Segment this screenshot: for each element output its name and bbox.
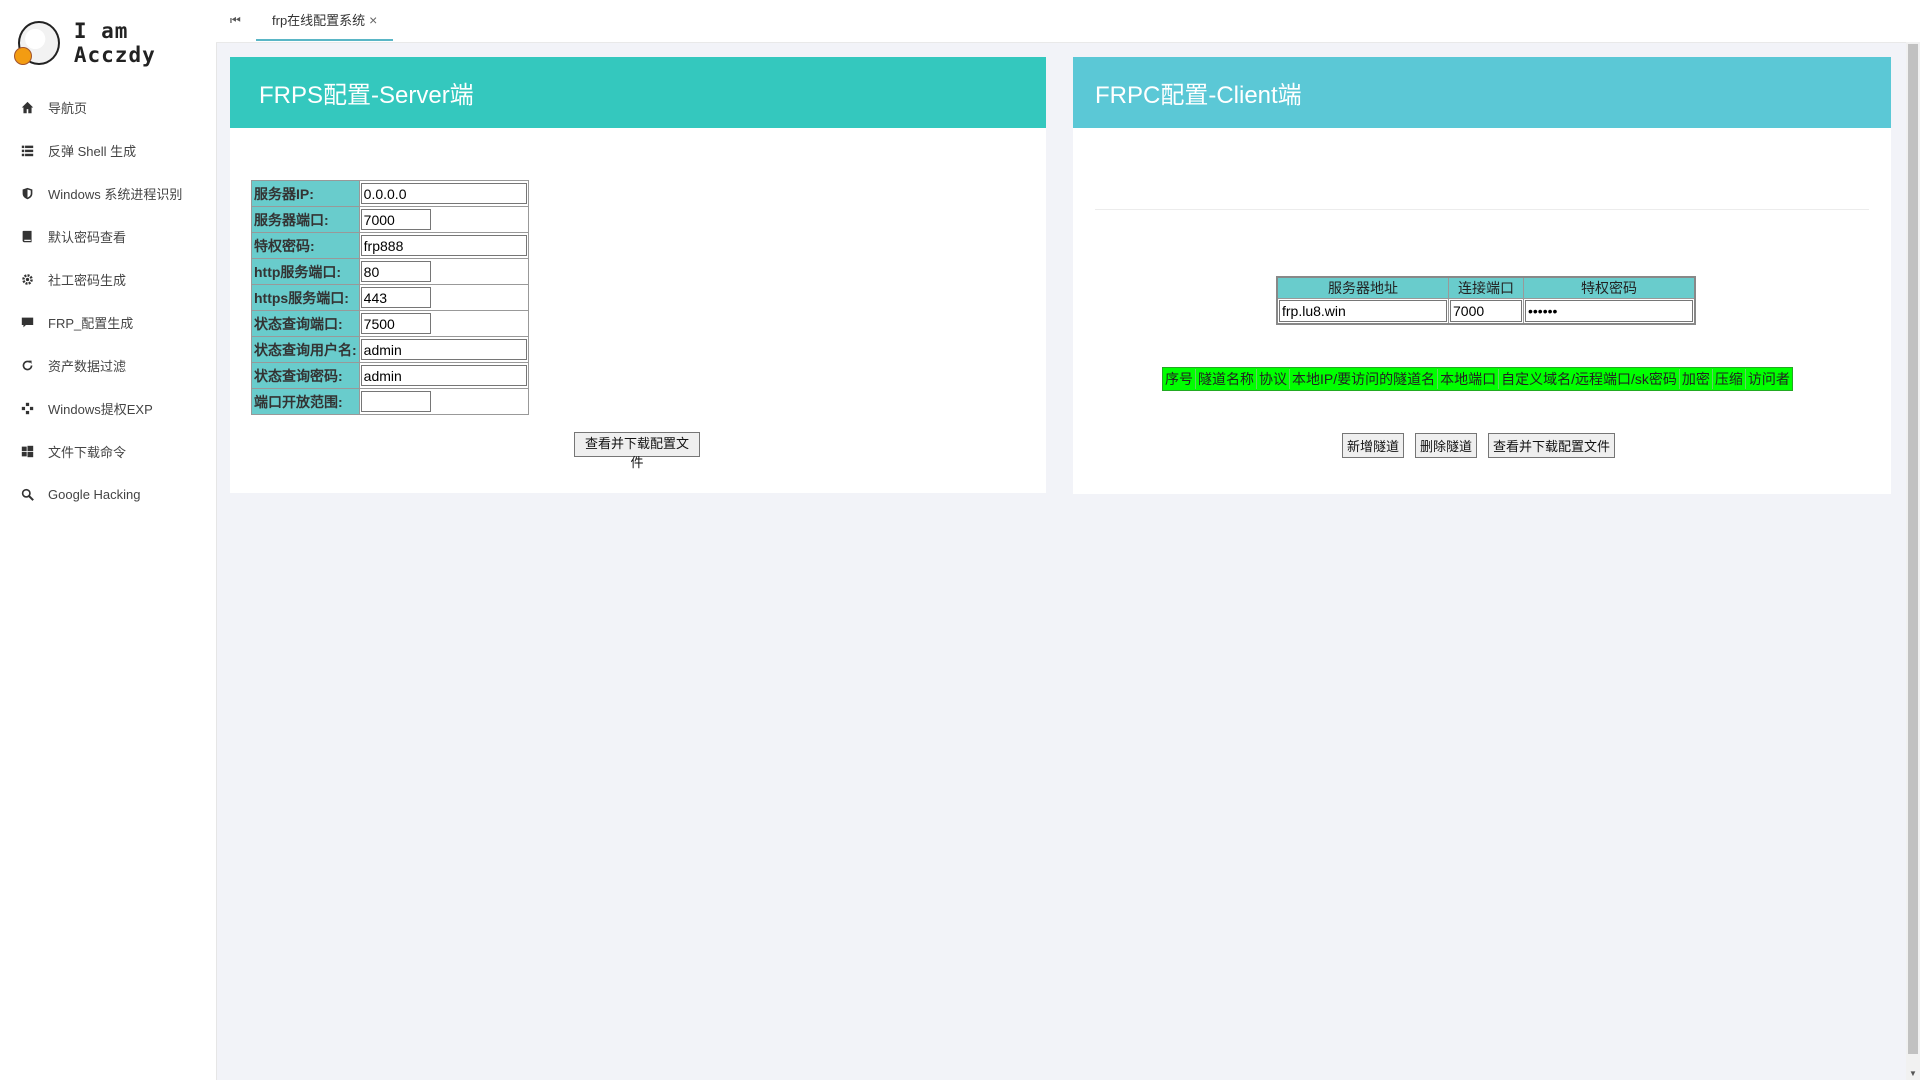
- tunnel-column-header: 压缩: [1713, 369, 1746, 389]
- shield-icon: [20, 187, 34, 201]
- frps-download-button[interactable]: 查看并下载配置文件: [574, 432, 700, 470]
- sidebar-item-file-download[interactable]: 文件下载命令: [0, 430, 216, 473]
- field-input[interactable]: [360, 287, 431, 308]
- tunnel-column-header: 本地端口: [1438, 369, 1500, 389]
- frps-config-form: 服务器IP:服务器端口:特权密码:http服务端口:https服务端口:状态查询…: [251, 180, 529, 415]
- frpc-server-table: 服务器地址 连接端口 特权密码: [1276, 276, 1696, 325]
- sidebar-item-label: 资产数据过滤: [48, 359, 127, 374]
- connect-port-input[interactable]: [1450, 300, 1522, 322]
- field-label: 特权密码:: [251, 232, 360, 259]
- form-row: 状态查询密码:: [251, 362, 529, 389]
- windows-icon: [20, 445, 34, 459]
- field-label: 状态查询端口:: [251, 310, 360, 337]
- tunnel-column-header: 访问者: [1747, 371, 1790, 387]
- tunnel-column-header: 隧道名称: [1196, 369, 1257, 389]
- tunnel-column-header: 协议: [1257, 369, 1290, 389]
- frps-card-title: FRPS配置-Server端: [230, 57, 1046, 128]
- frps-server-card: FRPS配置-Server端 服务器IP:服务器端口:特权密码:http服务端口…: [230, 57, 1046, 493]
- form-row: http服务端口:: [251, 258, 529, 285]
- tunnel-column-header: 加密: [1680, 369, 1713, 389]
- sidebar-item-home[interactable]: 导航页: [0, 86, 216, 129]
- tab-frp-config[interactable]: frp在线配置系统 ×: [256, 0, 394, 41]
- page-scrollbar[interactable]: ▼: [1906, 42, 1920, 1080]
- sidebar-item-label: FRP_配置生成: [48, 316, 134, 331]
- tab-label: frp在线配置系统: [272, 13, 366, 28]
- sidebar-item-label: 反弹 Shell 生成: [48, 144, 137, 159]
- gear-icon: [20, 273, 34, 287]
- list-icon: [20, 144, 34, 158]
- field-input[interactable]: [360, 391, 431, 412]
- field-input[interactable]: [360, 365, 527, 386]
- column-header: 服务器地址: [1276, 276, 1449, 299]
- field-label: 服务器IP:: [251, 180, 360, 207]
- tab-first-icon[interactable]: ⏮: [230, 13, 241, 28]
- form-row: 特权密码:: [251, 232, 529, 259]
- form-row: 端口开放范围:: [251, 388, 529, 415]
- sidebar-item-windows-process[interactable]: Windows 系统进程识别: [0, 172, 216, 215]
- delete-tunnel-button[interactable]: 删除隧道: [1415, 433, 1478, 458]
- privilege-password-input[interactable]: [1525, 300, 1693, 322]
- home-icon: [20, 101, 34, 115]
- sidebar-item-default-password[interactable]: 默认密码查看: [0, 215, 216, 258]
- logo[interactable]: I am Acczdy: [0, 0, 216, 86]
- sidebar-item-label: Windows 系统进程识别: [48, 187, 183, 202]
- sidebar-item-reverse-shell[interactable]: 反弹 Shell 生成: [0, 129, 216, 172]
- field-input[interactable]: [360, 313, 431, 334]
- sidebar-item-windows-exp[interactable]: Windows提权EXP: [0, 387, 216, 430]
- field-label: https服务端口:: [251, 284, 360, 311]
- sidebar: I am Acczdy 导航页 反弹 Shell 生成 Windows 系统进程…: [0, 0, 217, 1080]
- sidebar-item-frp-config[interactable]: FRP_配置生成: [0, 301, 216, 344]
- tunnel-table-header: 序号 隧道名称 协议 本地IP/要访问的隧道名 本地端口 自定义域名/远程端口/sk密码加…: [1162, 367, 1793, 391]
- sidebar-item-label: Google Hacking: [48, 487, 141, 502]
- field-input[interactable]: [360, 339, 527, 360]
- sidebar-nav: 导航页 反弹 Shell 生成 Windows 系统进程识别 默认密码查看 社工…: [0, 86, 216, 516]
- sidebar-item-label: 社工密码生成: [48, 273, 127, 288]
- refresh-icon: [20, 359, 34, 373]
- add-tunnel-button[interactable]: 新增隧道: [1342, 433, 1405, 458]
- tunnel-column-header: 序号: [1163, 369, 1196, 389]
- network-icon: [20, 402, 34, 416]
- close-icon[interactable]: ×: [369, 12, 377, 28]
- field-input[interactable]: [360, 209, 431, 230]
- sidebar-item-asset-filter[interactable]: 资产数据过滤: [0, 344, 216, 387]
- frpc-card-title: FRPC配置-Client端: [1073, 57, 1891, 128]
- divider: [1095, 209, 1869, 210]
- form-row: 服务器IP:: [251, 180, 529, 207]
- scroll-down-arrow-icon[interactable]: ▼: [1909, 1069, 1917, 1078]
- field-label: 端口开放范围:: [251, 388, 360, 415]
- column-header: 连接端口: [1448, 276, 1524, 299]
- client-buttons: 新增隧道 删除隧道 查看并下载配置文件: [1342, 433, 1626, 458]
- field-label: 服务器端口:: [251, 206, 360, 233]
- logo-mascot-icon: [14, 21, 60, 65]
- scrollbar-thumb[interactable]: [1908, 44, 1918, 1054]
- form-row: https服务端口:: [251, 284, 529, 311]
- sidebar-item-social-password[interactable]: 社工密码生成: [0, 258, 216, 301]
- tab-bar: ⏮ frp在线配置系统 ×: [216, 0, 1920, 43]
- tunnel-column-header: 自定义域名/远程端口/sk密码: [1499, 369, 1680, 389]
- column-header: 特权密码: [1523, 276, 1696, 299]
- field-input[interactable]: [360, 183, 527, 204]
- form-row: 状态查询用户名:: [251, 336, 529, 363]
- sidebar-item-google-hacking[interactable]: Google Hacking: [0, 473, 216, 516]
- sidebar-item-label: 导航页: [48, 101, 88, 116]
- comment-icon: [20, 316, 34, 330]
- frpc-client-card: FRPC配置-Client端 服务器地址 连接端口 特权密码 序号隧道名称协议本…: [1073, 57, 1891, 494]
- book-icon: [20, 230, 34, 244]
- form-row: 状态查询端口:: [251, 310, 529, 337]
- form-row: 服务器端口:: [251, 206, 529, 233]
- sidebar-item-label: Windows提权EXP: [48, 402, 153, 417]
- field-input[interactable]: [360, 261, 431, 282]
- server-address-input[interactable]: [1279, 300, 1447, 322]
- field-label: 状态查询密码:: [251, 362, 360, 389]
- field-input[interactable]: [360, 235, 527, 256]
- frpc-download-button[interactable]: 查看并下载配置文件: [1488, 433, 1616, 458]
- sidebar-item-label: 默认密码查看: [48, 230, 127, 245]
- sidebar-item-label: 文件下载命令: [48, 445, 127, 460]
- search-icon: [20, 488, 34, 502]
- field-label: 状态查询用户名:: [251, 336, 360, 363]
- field-label: http服务端口:: [251, 258, 360, 285]
- brand-title: I am Acczdy: [73, 19, 156, 67]
- tunnel-column-header: 本地IP/要访问的隧道名: [1290, 369, 1439, 389]
